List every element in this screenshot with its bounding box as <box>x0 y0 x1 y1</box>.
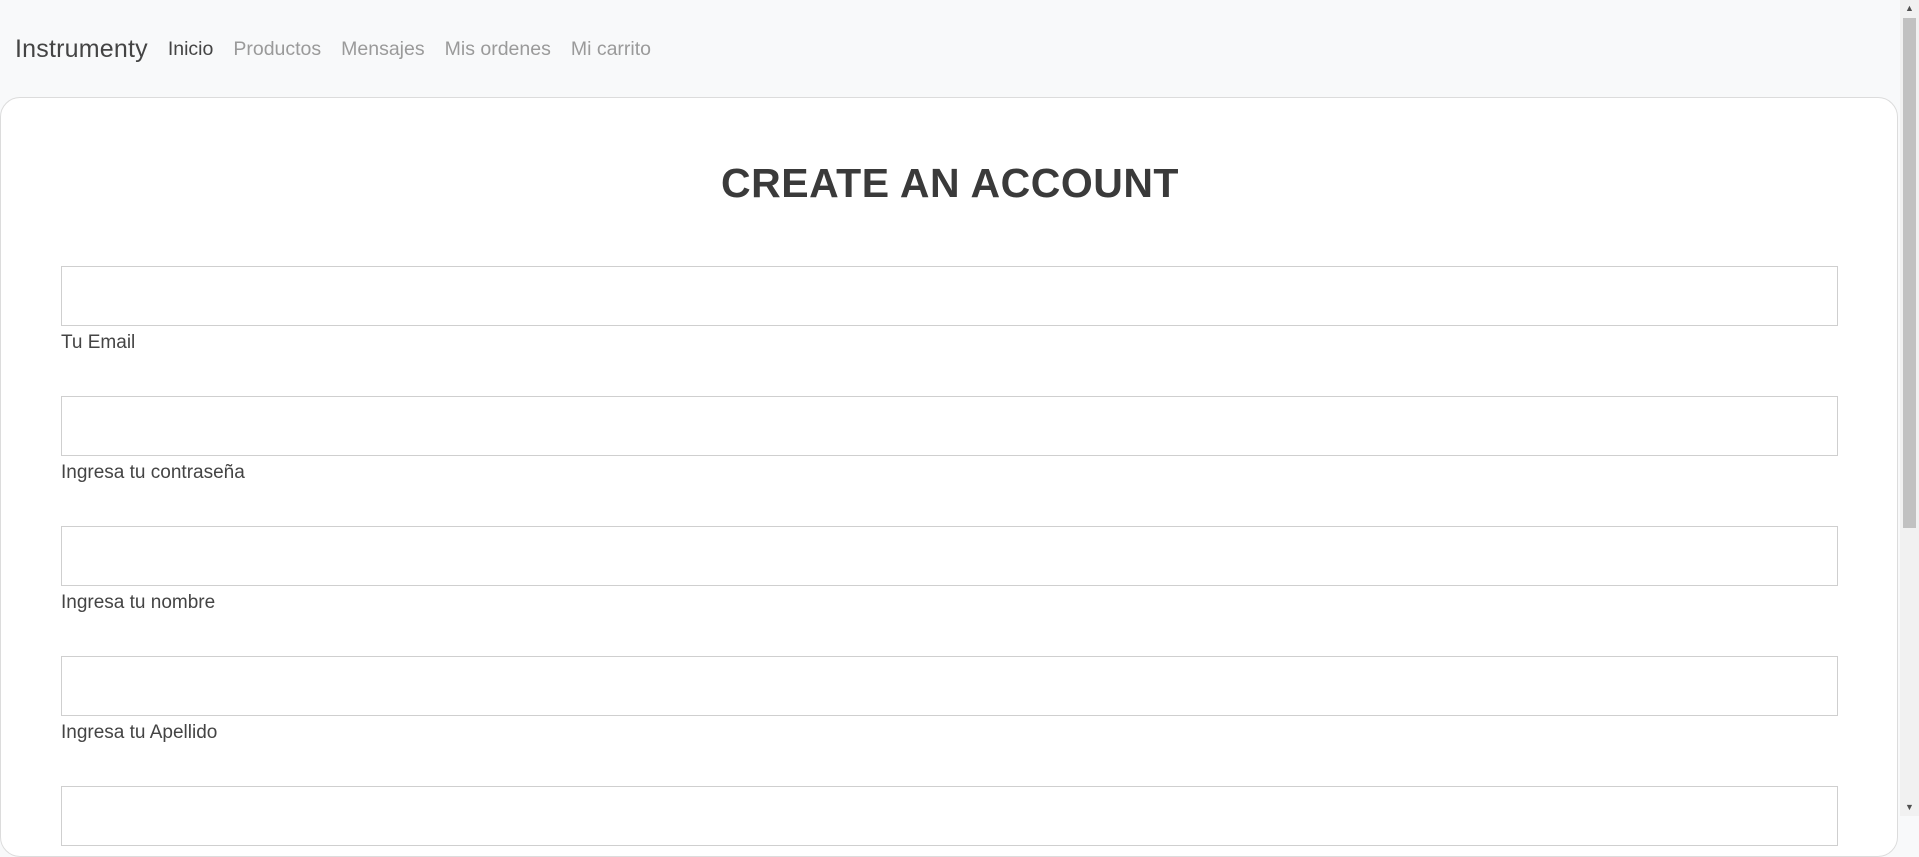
next-input[interactable] <box>61 786 1838 846</box>
first-name-label: Ingresa tu nombre <box>61 592 216 613</box>
scrollbar-thumb[interactable] <box>1903 18 1916 528</box>
triangle-up-icon[interactable]: ▲ <box>1900 0 1919 17</box>
password-field-group: Ingresa tu contraseña <box>61 396 1838 484</box>
last-name-label: Ingresa tu Apellido <box>61 722 218 743</box>
nav-link-mi-carrito[interactable]: Mi carrito <box>571 38 651 61</box>
page-scrollbar[interactable]: ▲ ▼ <box>1900 0 1919 816</box>
email-field-group: Tu Email <box>61 266 1838 354</box>
password-input[interactable] <box>61 396 1838 456</box>
next-field-group <box>61 786 1838 846</box>
last-name-field-group: Ingresa tu Apellido <box>61 656 1838 744</box>
email-input[interactable] <box>61 266 1838 326</box>
first-name-field-group: Ingresa tu nombre <box>61 526 1838 614</box>
nav-link-inicio[interactable]: Inicio <box>168 38 214 61</box>
nav-link-mis-ordenes[interactable]: Mis ordenes <box>445 38 551 61</box>
brand-link[interactable]: Instrumenty <box>15 35 148 64</box>
nav-link-productos[interactable]: Productos <box>233 38 321 61</box>
first-name-input[interactable] <box>61 526 1838 586</box>
email-label: Tu Email <box>61 332 136 353</box>
nav-link-mensajes[interactable]: Mensajes <box>341 38 424 61</box>
nav-links: Inicio Productos Mensajes Mis ordenes Mi… <box>168 38 671 61</box>
navbar: Instrumenty Inicio Productos Mensajes Mi… <box>0 0 1900 98</box>
last-name-input[interactable] <box>61 656 1838 716</box>
page-title: CREATE AN ACCOUNT <box>721 160 1179 206</box>
password-label: Ingresa tu contraseña <box>61 462 245 483</box>
triangle-down-icon[interactable]: ▼ <box>1900 799 1919 816</box>
